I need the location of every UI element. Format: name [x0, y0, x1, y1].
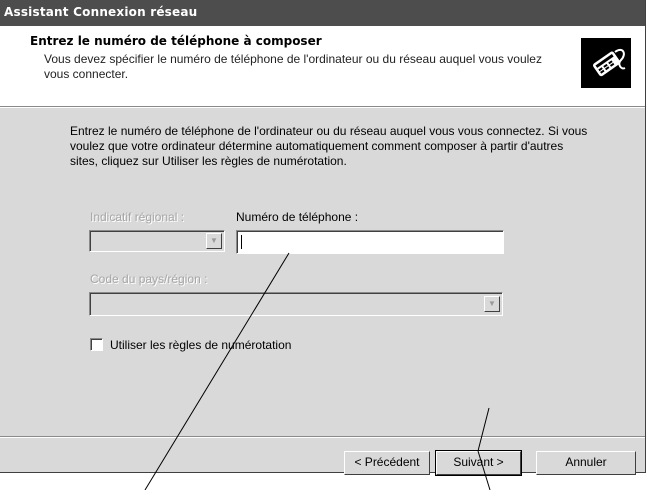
callout-lines — [144, 252, 491, 490]
callout-line-phone — [144, 252, 290, 490]
callout-line-next-upper — [477, 407, 490, 452]
callout-line-next — [477, 450, 491, 490]
